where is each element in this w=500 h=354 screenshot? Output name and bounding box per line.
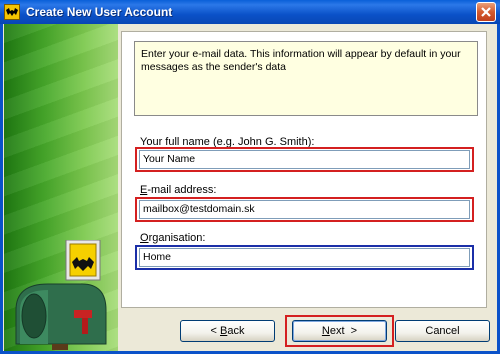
back-button[interactable]: < Back: [180, 320, 275, 342]
next-button-label: ext >: [329, 325, 358, 337]
email-label: E-mail address:: [140, 184, 216, 196]
wizard-side-banner: [4, 24, 118, 351]
title-bar[interactable]: Create New User Account: [0, 0, 500, 24]
info-text: Enter your e-mail data. This information…: [141, 48, 461, 73]
close-icon: [481, 7, 491, 17]
organisation-field[interactable]: Home: [139, 248, 470, 267]
info-box: Enter your e-mail data. This information…: [134, 41, 478, 116]
email-label-text: -mail address:: [147, 184, 217, 196]
app-bat-icon[interactable]: [4, 4, 20, 20]
next-button[interactable]: Next >: [292, 320, 387, 342]
organisation-label-text: rganisation:: [148, 232, 206, 244]
back-button-label: ack: [227, 325, 245, 337]
mailbox-illustration: [15, 240, 107, 350]
full-name-field[interactable]: Your Name: [139, 150, 470, 169]
window-title: Create New User Account: [26, 5, 173, 19]
email-field[interactable]: mailbox@testdomain.sk: [139, 200, 470, 219]
organisation-label: Organisation:: [140, 232, 205, 244]
close-button[interactable]: [476, 2, 496, 22]
cancel-button[interactable]: Cancel: [395, 320, 490, 342]
next-button-accel: N: [321, 325, 330, 337]
organisation-label-accel: O: [140, 232, 149, 244]
back-button-prefix: <: [210, 325, 220, 337]
